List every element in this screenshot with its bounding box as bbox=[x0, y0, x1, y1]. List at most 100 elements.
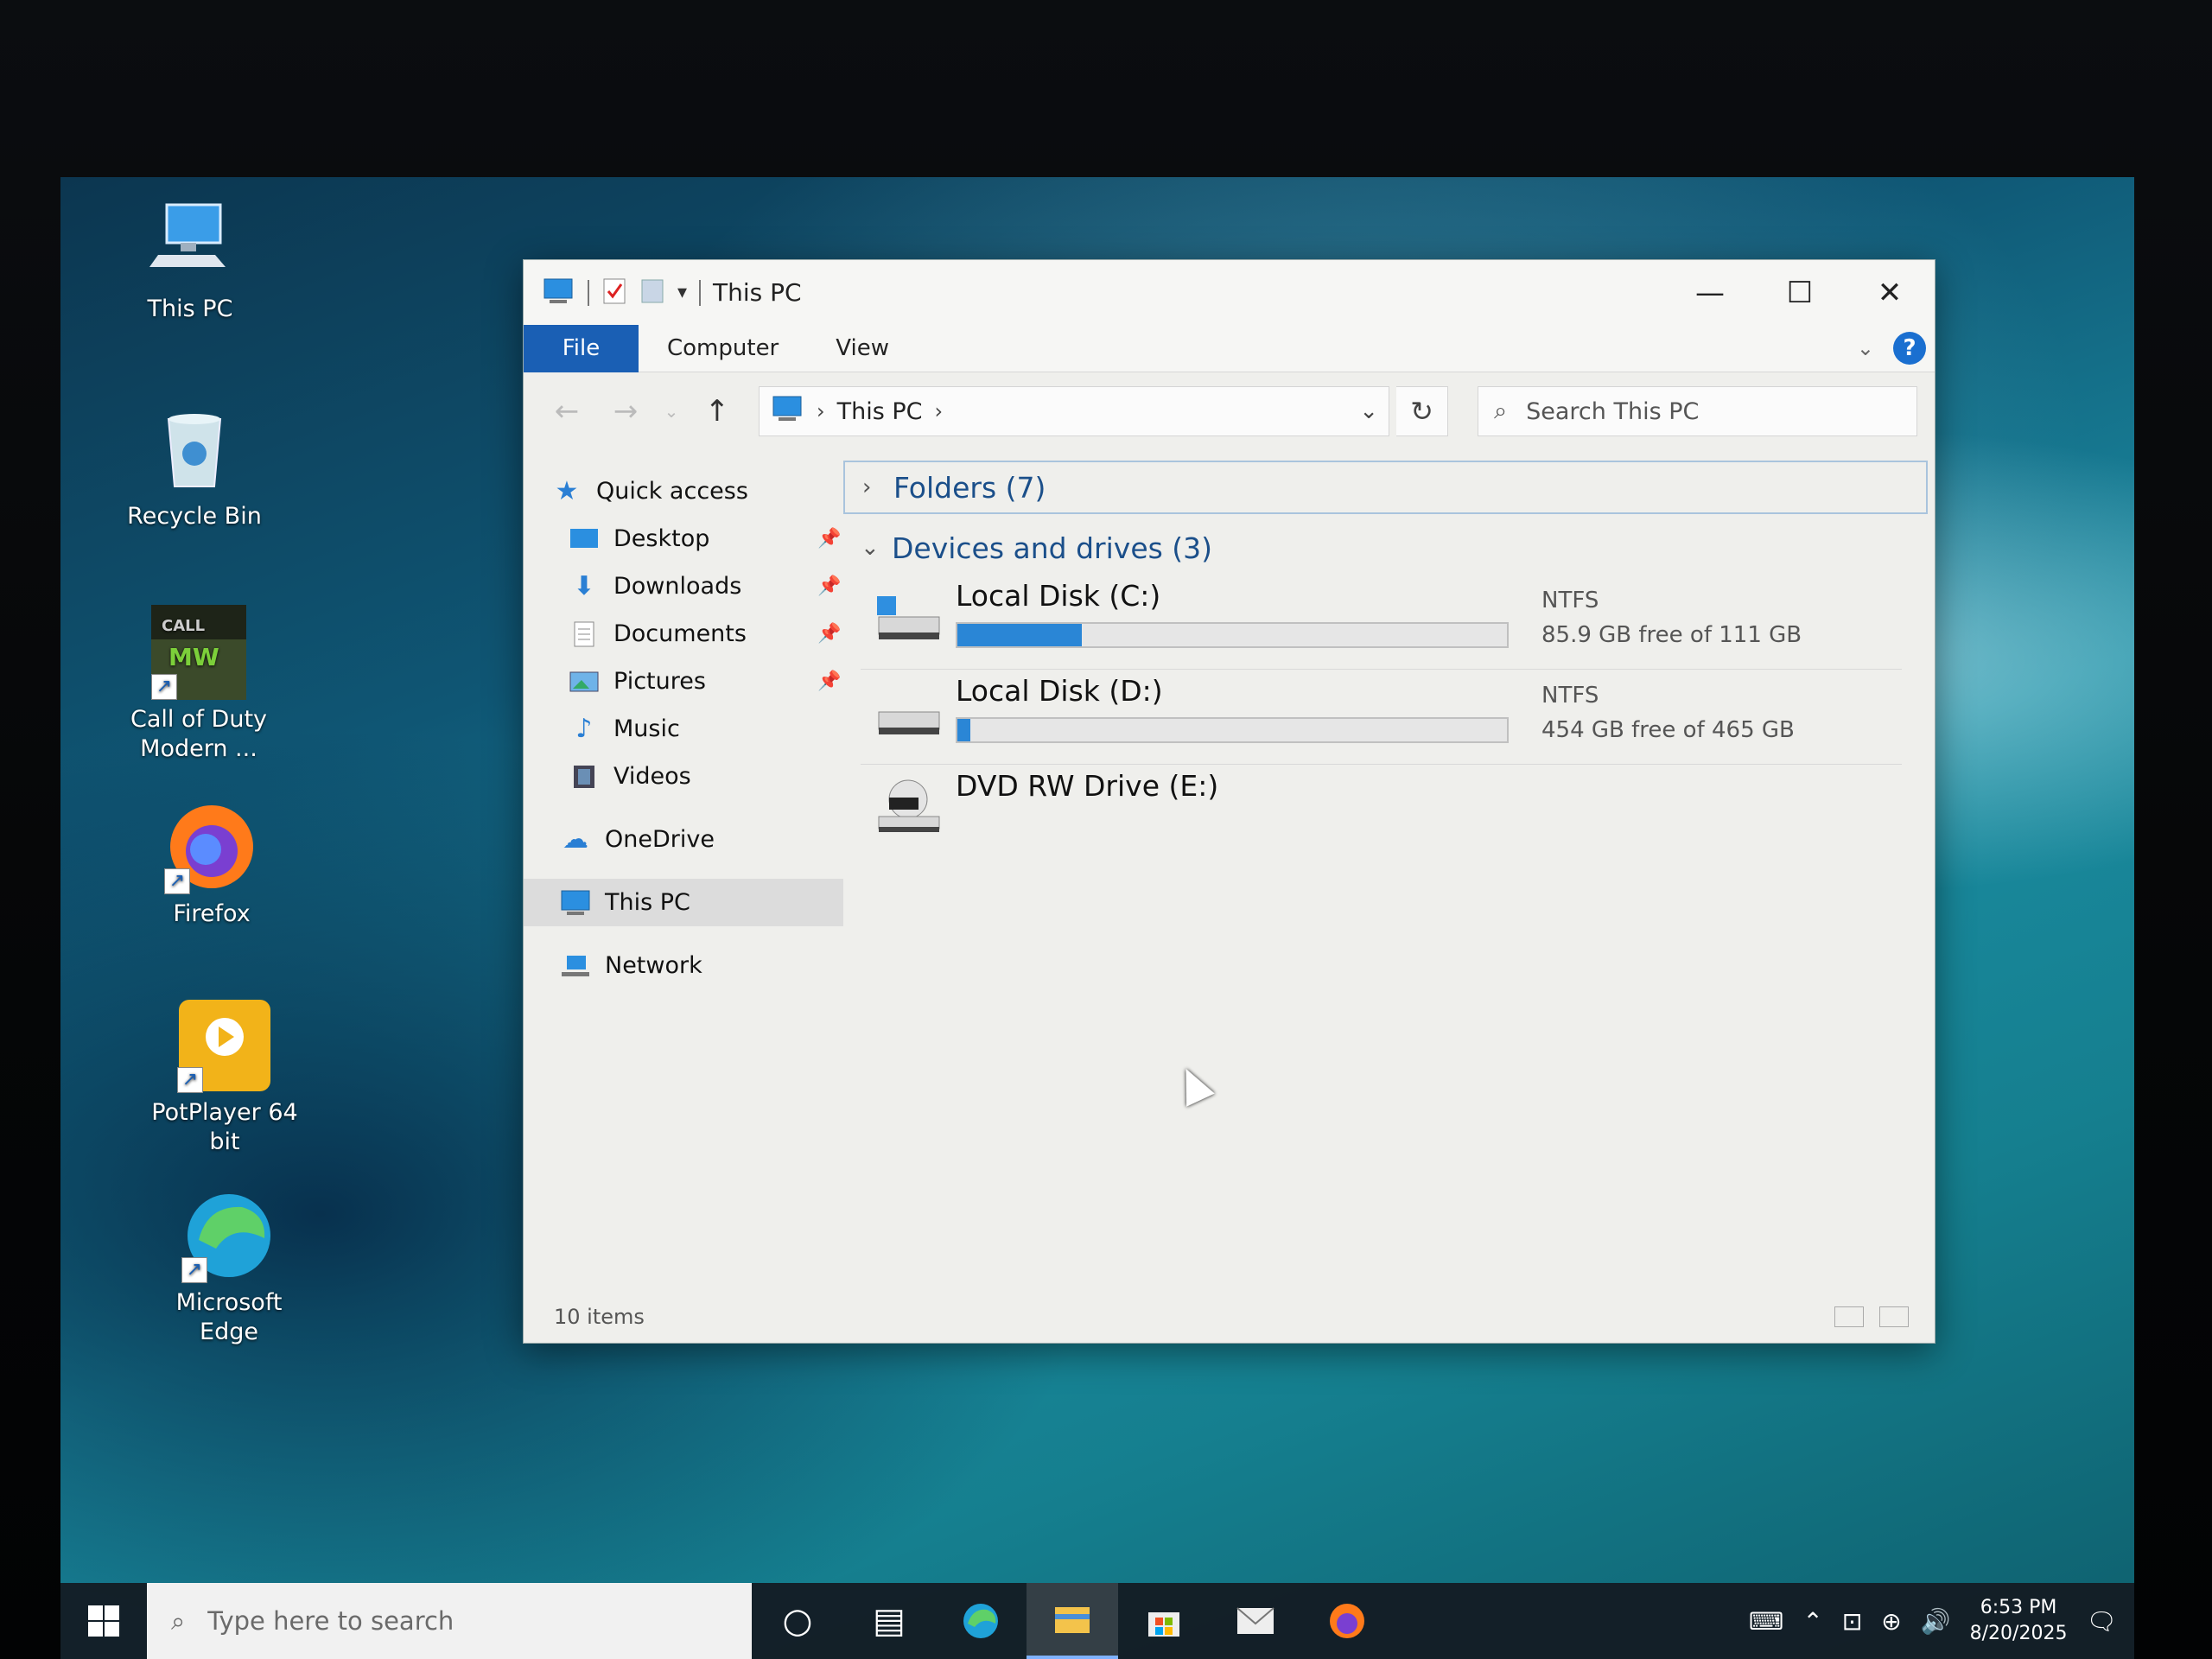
meet-now-icon[interactable]: ⊡ bbox=[1842, 1607, 1862, 1636]
network-globe-icon[interactable]: ⊕ bbox=[1881, 1607, 1901, 1636]
nav-onedrive[interactable]: ☁ OneDrive bbox=[524, 816, 843, 863]
pin-icon[interactable]: 📌 bbox=[817, 575, 841, 597]
search-icon: ⌕ bbox=[171, 1605, 186, 1636]
pin-icon[interactable]: 📌 bbox=[817, 623, 841, 645]
nav-pictures[interactable]: Pictures 📌 bbox=[524, 658, 843, 705]
desktop-icon-edge[interactable]: ↗ Microsoft Edge bbox=[147, 1188, 311, 1347]
search-input[interactable]: ⌕ Search This PC bbox=[1478, 386, 1917, 436]
shortcut-arrow-icon: ↗ bbox=[177, 1067, 203, 1093]
notifications-icon[interactable]: 🗨 bbox=[2086, 1607, 2117, 1636]
shortcut-arrow-icon: ↗ bbox=[151, 674, 177, 700]
chevron-down-icon[interactable]: ▾ bbox=[677, 282, 687, 303]
breadcrumb-this-pc[interactable]: This PC bbox=[837, 398, 923, 425]
music-note-icon: ♪ bbox=[575, 714, 593, 744]
drive-usage-fill bbox=[957, 624, 1082, 646]
chevron-down-icon: ⌄ bbox=[861, 535, 880, 561]
edge-icon: ↗ bbox=[181, 1188, 276, 1283]
pin-icon[interactable]: 📌 bbox=[817, 528, 841, 550]
item-count: 10 items bbox=[554, 1305, 645, 1329]
windows-logo-icon bbox=[88, 1605, 119, 1637]
tab-computer[interactable]: Computer bbox=[639, 325, 807, 372]
network-icon bbox=[558, 950, 593, 982]
recycle-bin-icon bbox=[147, 402, 242, 497]
pin-icon[interactable]: 📌 bbox=[817, 671, 841, 692]
taskbar: ⌕ Type here to search ○ ▤ ⌨ ⌃ ⊡ ⊕ 🔊 6:53… bbox=[60, 1583, 2134, 1659]
file-explorer-taskbar-icon[interactable] bbox=[1027, 1583, 1118, 1659]
edge-taskbar-icon[interactable] bbox=[935, 1583, 1027, 1659]
back-button[interactable]: ← bbox=[541, 385, 593, 437]
desktop-icon-recycle-bin[interactable]: Recycle Bin bbox=[108, 402, 281, 531]
cortana-icon[interactable]: ○ bbox=[752, 1583, 843, 1659]
desktop-icon-potplayer[interactable]: ↗ PotPlayer 64 bit bbox=[138, 998, 311, 1157]
minimize-button[interactable]: — bbox=[1665, 260, 1755, 325]
address-dropdown-icon[interactable]: ⌄ bbox=[1359, 398, 1378, 424]
status-bar: 10 items bbox=[524, 1291, 1935, 1343]
nav-documents[interactable]: Documents 📌 bbox=[524, 610, 843, 658]
hard-drive-windows-icon bbox=[861, 575, 956, 661]
desktop-icon-call-of-duty[interactable]: CALL MW ↗ Call of Duty Modern ... bbox=[121, 605, 276, 764]
store-taskbar-icon[interactable] bbox=[1118, 1583, 1210, 1659]
properties-icon[interactable] bbox=[601, 276, 627, 309]
cloud-icon: ☁ bbox=[563, 824, 588, 855]
new-folder-icon[interactable] bbox=[639, 276, 665, 309]
mail-taskbar-icon[interactable] bbox=[1210, 1583, 1301, 1659]
quick-access-toolbar: ▾ bbox=[524, 276, 702, 309]
drive-usage-bar bbox=[956, 717, 1509, 743]
maximize-button[interactable]: ☐ bbox=[1755, 260, 1845, 325]
nav-quick-access[interactable]: ★ Quick access bbox=[524, 467, 843, 515]
svg-text:CALL: CALL bbox=[162, 617, 205, 635]
drive-c[interactable]: Local Disk (C:) NTFS 85.9 GB free of 111… bbox=[843, 575, 1928, 670]
system-tray: ⌨ ⌃ ⊡ ⊕ 🔊 6:53 PM 8/20/2025 🗨 bbox=[1749, 1595, 2134, 1647]
tab-view[interactable]: View bbox=[807, 325, 918, 372]
volume-icon[interactable]: 🔊 bbox=[1921, 1607, 1951, 1636]
hard-drive-icon bbox=[861, 670, 956, 756]
drive-name: Local Disk (C:) bbox=[956, 579, 1161, 613]
start-button[interactable] bbox=[60, 1583, 147, 1659]
taskbar-search-box[interactable]: ⌕ Type here to search bbox=[147, 1583, 752, 1659]
expand-ribbon-icon[interactable]: ⌄ bbox=[1857, 336, 1874, 360]
address-bar[interactable]: › This PC › ⌄ bbox=[759, 386, 1389, 436]
desktop-icon-firefox[interactable]: ↗ Firefox bbox=[125, 799, 298, 929]
group-folders[interactable]: › Folders (7) bbox=[843, 461, 1928, 514]
refresh-button[interactable]: ↻ bbox=[1396, 386, 1448, 436]
desktop-icon-this-pc[interactable]: This PC bbox=[104, 194, 276, 324]
nav-downloads[interactable]: ⬇ Downloads 📌 bbox=[524, 563, 843, 610]
details-view-button[interactable] bbox=[1834, 1306, 1864, 1327]
nav-videos[interactable]: Videos bbox=[524, 753, 843, 800]
help-icon[interactable]: ? bbox=[1893, 332, 1926, 365]
recent-locations-button[interactable]: ⌄ bbox=[658, 385, 684, 437]
chevron-right-icon[interactable]: › bbox=[817, 399, 825, 423]
close-button[interactable]: ✕ bbox=[1845, 260, 1935, 325]
desktop: This PC Recycle Bin CALL MW ↗ Call of Du… bbox=[60, 177, 2134, 1659]
clock[interactable]: 6:53 PM 8/20/2025 bbox=[1970, 1595, 2068, 1647]
title-bar: ▾ This PC — ☐ ✕ bbox=[524, 260, 1935, 325]
task-view-icon[interactable]: ▤ bbox=[843, 1583, 935, 1659]
desktop-icon-label: Firefox bbox=[173, 900, 251, 927]
drive-free-space: 85.9 GB free of 111 GB bbox=[1541, 622, 1802, 648]
large-icons-view-button[interactable] bbox=[1879, 1306, 1909, 1327]
star-icon: ★ bbox=[555, 476, 579, 506]
drive-e[interactable]: DVD RW Drive (E:) bbox=[843, 765, 1928, 860]
download-arrow-icon: ⬇ bbox=[573, 571, 595, 601]
tab-file[interactable]: File bbox=[524, 324, 639, 372]
chevron-up-icon[interactable]: ⌃ bbox=[1802, 1607, 1822, 1636]
nav-this-pc[interactable]: This PC bbox=[524, 879, 843, 926]
chevron-right-icon[interactable]: › bbox=[935, 399, 944, 423]
desktop-folder-icon bbox=[567, 524, 601, 555]
clock-date: 8/20/2025 bbox=[1969, 1623, 2068, 1644]
nav-label: Network bbox=[605, 952, 702, 979]
shortcut-arrow-icon: ↗ bbox=[181, 1257, 207, 1283]
desktop-icon-label: Recycle Bin bbox=[127, 503, 262, 530]
nav-music[interactable]: ♪ Music bbox=[524, 705, 843, 753]
keyboard-icon[interactable]: ⌨ bbox=[1749, 1607, 1783, 1636]
drive-d[interactable]: Local Disk (D:) NTFS 454 GB free of 465 … bbox=[843, 670, 1928, 765]
forward-button[interactable]: → bbox=[600, 385, 652, 437]
navigation-pane: ★ Quick access Desktop 📌 ⬇ Downloads 📌 D… bbox=[524, 450, 843, 1291]
firefox-icon: ↗ bbox=[164, 799, 259, 894]
nav-network[interactable]: Network bbox=[524, 942, 843, 989]
up-button[interactable]: ↑ bbox=[691, 385, 743, 437]
nav-desktop[interactable]: Desktop 📌 bbox=[524, 515, 843, 563]
navigation-bar: ← → ⌄ ↑ › This PC › ⌄ ↻ ⌕ Search This PC bbox=[524, 372, 1935, 450]
firefox-taskbar-icon[interactable] bbox=[1301, 1583, 1393, 1659]
group-devices-and-drives[interactable]: ⌄ Devices and drives (3) bbox=[843, 521, 1928, 575]
